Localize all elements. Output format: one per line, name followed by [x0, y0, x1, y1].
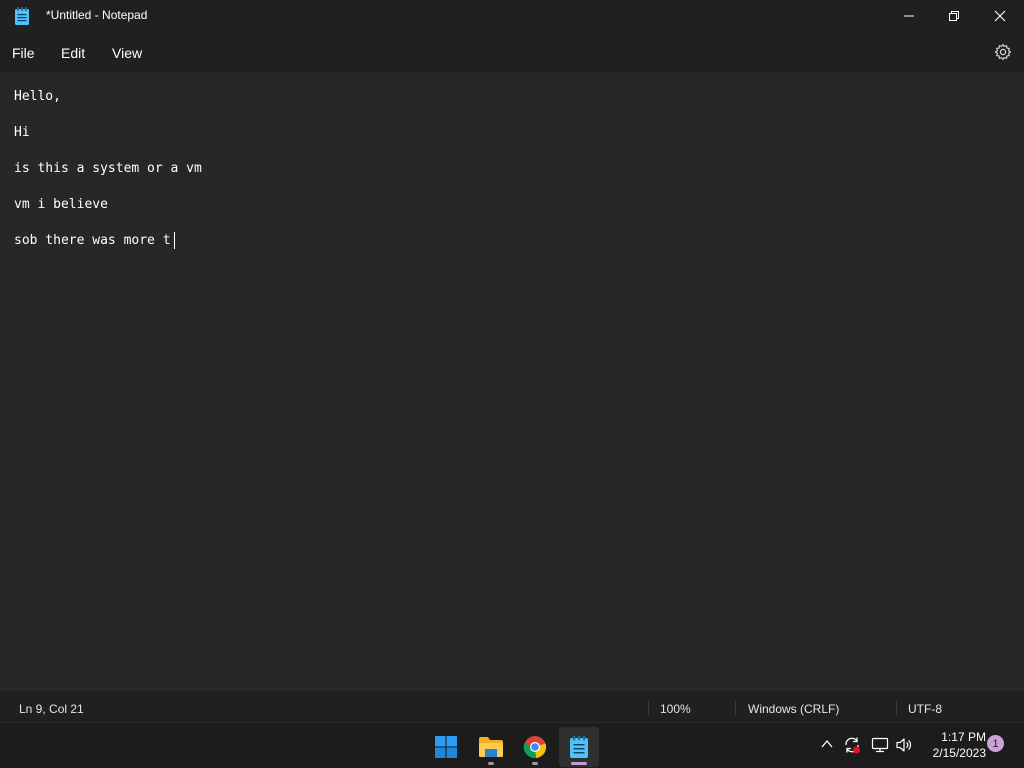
taskbar-chrome[interactable] [515, 727, 555, 767]
minimize-icon [904, 15, 914, 17]
line-ending: Windows (CRLF) [748, 702, 840, 716]
encoding: UTF-8 [908, 702, 942, 716]
cursor-position: Ln 9, Col 21 [19, 702, 84, 716]
notepad-icon [570, 735, 588, 758]
editor-line: Hi [14, 125, 30, 140]
menu-view[interactable]: View [112, 45, 142, 61]
chevron-up-icon [821, 739, 833, 748]
sync-icon [845, 737, 860, 754]
chrome-icon [523, 736, 547, 759]
network-icon [871, 737, 889, 753]
settings-button[interactable] [994, 43, 1012, 61]
show-hidden-icons-button[interactable] [820, 736, 834, 755]
clock-date: 2/15/2023 [932, 746, 986, 760]
text-caret [174, 232, 175, 249]
taskbar: 1:17 PM 2/15/2023 [0, 722, 1024, 768]
running-indicator [488, 762, 494, 765]
start-button[interactable] [426, 727, 466, 767]
status-divider [735, 700, 736, 716]
editor-line: vm i believe [14, 197, 108, 212]
notification-badge[interactable]: 1 [987, 735, 1004, 752]
clock-time: 1:17 PM [941, 730, 986, 744]
network-status[interactable] [871, 736, 889, 758]
status-divider [648, 700, 649, 716]
taskbar-notepad[interactable] [559, 727, 599, 767]
start-icon [435, 736, 457, 758]
sync-status[interactable] [843, 736, 861, 758]
restore-icon [949, 11, 959, 21]
status-divider [896, 700, 897, 716]
close-button[interactable] [977, 0, 1023, 32]
title-bar: *Untitled - Notepad [0, 0, 1024, 32]
editor-line: sob there was more t [14, 233, 171, 248]
status-bar: Ln 9, Col 21 100% Windows (CRLF) UTF-8 [0, 689, 1024, 726]
text-editor[interactable]: Hello, Hi is this a system or a vm vm i … [0, 72, 1024, 689]
minimize-button[interactable] [886, 0, 932, 32]
file-explorer-icon [479, 737, 503, 757]
editor-line: Hello, [14, 89, 61, 104]
active-indicator [571, 762, 587, 765]
zoom-level: 100% [660, 702, 691, 716]
clock[interactable]: 1:17 PM 2/15/2023 [922, 729, 986, 761]
running-indicator [532, 762, 538, 765]
restore-button[interactable] [931, 0, 977, 32]
notepad-app-icon [14, 7, 30, 25]
volume-control[interactable] [895, 736, 913, 758]
gear-icon [994, 43, 1012, 61]
speaker-icon [896, 738, 912, 752]
editor-line: is this a system or a vm [14, 161, 202, 176]
menu-bar: File Edit View [0, 32, 1024, 72]
menu-file[interactable]: File [12, 45, 35, 61]
close-icon [994, 10, 1006, 22]
menu-edit[interactable]: Edit [61, 45, 85, 61]
window-title: *Untitled - Notepad [46, 8, 148, 22]
taskbar-file-explorer[interactable] [471, 727, 511, 767]
